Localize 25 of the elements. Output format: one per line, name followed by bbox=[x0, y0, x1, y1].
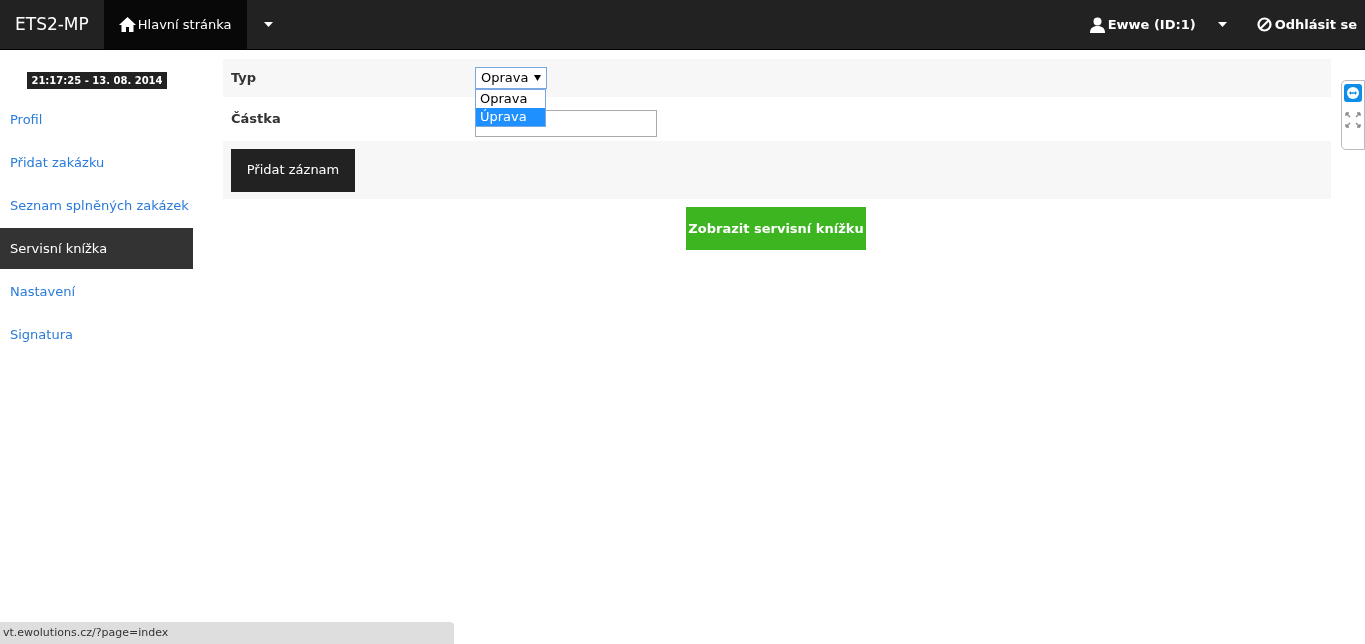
expand-icon[interactable] bbox=[1345, 112, 1361, 128]
caret-icon bbox=[534, 75, 541, 81]
sidebar-item[interactable]: Přidat zakázku bbox=[0, 142, 193, 183]
home-icon bbox=[118, 17, 136, 32]
ban-icon bbox=[1256, 17, 1272, 32]
brand-logo[interactable]: ETS2-MP bbox=[0, 11, 104, 38]
sidebar-item[interactable]: Servisní knížka bbox=[0, 228, 193, 269]
clock: 21:17:25 - 13. 08. 2014 bbox=[27, 72, 167, 89]
remote-app-icon bbox=[1344, 84, 1362, 102]
user-menu[interactable]: Ewwe (ID:1) bbox=[1089, 14, 1196, 35]
logout-link[interactable]: Odhlásit se bbox=[1256, 14, 1357, 35]
sidebar-item[interactable]: Signatura bbox=[0, 314, 193, 355]
type-select[interactable]: Oprava bbox=[475, 67, 547, 89]
add-record-button[interactable]: Přidat záznam bbox=[231, 148, 355, 192]
caret-icon[interactable] bbox=[1217, 22, 1227, 27]
sidebar-item[interactable]: Profil bbox=[0, 99, 193, 140]
side-widget[interactable] bbox=[1341, 80, 1365, 150]
nav-tab[interactable]: Hlavní stránka bbox=[103, 0, 247, 49]
field-label: Typ bbox=[230, 69, 258, 88]
sidebar-item[interactable]: Nastavení bbox=[0, 271, 193, 312]
caret-icon[interactable] bbox=[263, 22, 273, 27]
user-icon bbox=[1089, 16, 1105, 33]
sidebar-item[interactable]: Seznam splněných zakázek bbox=[0, 185, 193, 226]
status-bar: vt.ewolutions.cz/?page=index bbox=[0, 622, 454, 644]
field-label: Částka bbox=[230, 110, 282, 129]
